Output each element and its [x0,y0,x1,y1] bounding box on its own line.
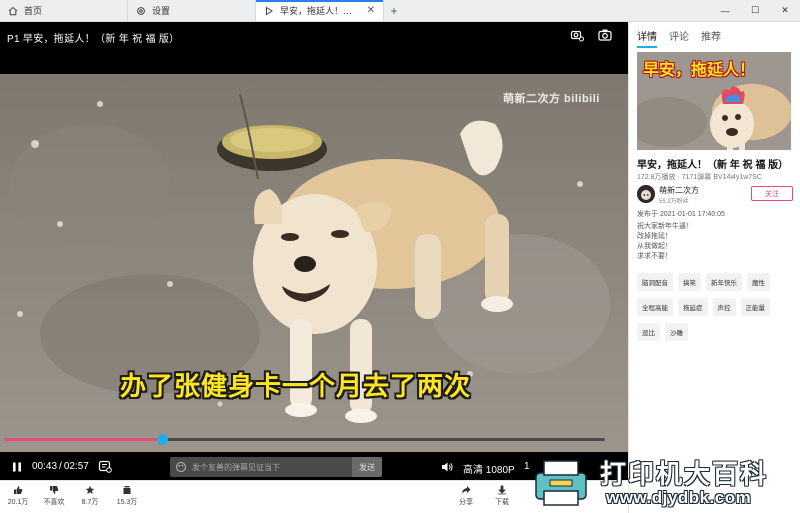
favorite-icon [123,486,131,494]
pause-icon[interactable] [10,460,24,474]
tab-settings[interactable]: 设置 [128,0,256,21]
video-player[interactable]: P1 早安，拖延人！（新 年 祝 福 版） 萌新二次方 bilibili 办了张… [0,22,628,480]
tag-item[interactable]: 新年快乐 [706,273,742,291]
publish-date: 发布于 2021-01-01 17:40:05 [637,211,725,218]
download-button[interactable]: 下载 [482,485,522,507]
video-title: 早安，拖延人！（新 年 祝 福 版） [637,160,789,171]
speed-selector[interactable]: 1 [524,461,530,472]
tag-list: 脑洞配音 搞笑 新年快乐 魔性 全程高能 拖延症 声控 正能量 逗比 沙雕 [637,273,797,341]
progress-bar[interactable] [5,434,605,445]
player-title: P1 早安，拖延人！（新 年 祝 福 版） [7,34,180,45]
duration: 02:57 [63,461,89,472]
screenshot-settings-icon[interactable] [568,26,586,44]
thumbs-down-icon [50,486,59,494]
description-line: 祝大家新年牛逼！ [637,223,693,230]
uploader-name[interactable]: 萌新二次方 [659,185,699,196]
side-tabs: 详情 评论 推荐 [637,28,721,48]
description-line: 从我做起！ [637,243,672,250]
current-time: 00:43 [32,461,58,472]
tab-video[interactable]: 早安，拖延人！（新 年 祝 福 版 ✕ [256,0,384,21]
player-top-icons [568,26,614,44]
tab-details[interactable]: 详情 [637,28,657,48]
share-button[interactable]: 分享 [446,485,486,507]
avatar[interactable] [637,185,655,203]
coin-count: 8.7万 [81,499,99,506]
volume-icon[interactable] [440,460,454,474]
player-controls: 00:43/02:57 发送 高清 1080P 1 [0,454,628,480]
tab-bar: 首页 设置 早安，拖延人！（新 年 祝 福 版 ✕ + — ☐ ✕ [0,0,800,22]
video-description: 祝大家新年牛逼！ 改掉拖延！ 从我做起！ 求求不要！ [637,222,693,262]
palette-icon[interactable] [175,461,187,473]
video-subtitle: 办了张健身卡一个月去了两次 [120,371,472,401]
progress-fill [5,438,163,441]
new-tab-button[interactable]: + [384,0,404,21]
thumbnail-caption: 早安，拖延人！ [643,62,756,79]
tag-item[interactable]: 声控 [712,298,736,316]
action-bar: 20.1万 不喜欢 8.7万 15.3万 分享 下载 [0,480,628,513]
send-button[interactable]: 发送 [352,457,382,477]
minimize-icon[interactable]: — [710,0,740,21]
danmaku-bar: 发送 [170,457,382,477]
tag-item[interactable]: 搞笑 [678,273,701,291]
tab-comments[interactable]: 评论 [669,28,689,48]
dislike-button[interactable]: 不喜欢 [34,485,74,507]
tab-video-label: 早安，拖延人！（新 年 祝 福 版 [280,6,361,16]
close-icon[interactable]: ✕ [367,5,375,16]
video-frame[interactable]: 萌新二次方 bilibili 办了张健身卡一个月去了两次 [0,74,628,452]
window-controls: — ☐ ✕ [710,0,800,21]
play-icon [266,6,273,15]
time-display: 00:43/02:57 [32,461,89,472]
tag-item[interactable]: 逗比 [637,323,660,341]
tag-item[interactable]: 脑洞配音 [637,273,673,291]
favorite-count: 15.3万 [116,499,138,506]
download-label: 下载 [495,499,509,506]
tab-settings-label: 设置 [152,6,171,16]
camera-icon[interactable] [596,26,614,44]
tag-item[interactable]: 正能量 [740,298,770,316]
quality-selector[interactable]: 高清 1080P [463,461,515,476]
description-line: 改掉拖延！ [637,233,672,240]
description-line: 求求不要！ [637,253,672,260]
tab-home[interactable]: 首页 [0,0,128,21]
dislike-label: 不喜欢 [43,499,65,506]
detail-panel: 详情 评论 推荐 早安，拖延人！ 早安，拖延人！（新 年 祝 福 版） 172.… [628,22,800,513]
maximize-icon[interactable]: ☐ [740,0,770,21]
download-icon [498,485,506,495]
danmaku-input[interactable] [187,462,352,472]
coin-icon [85,485,95,494]
uploader-info: 萌新二次方 55.2万粉丝 关注 [637,184,797,206]
close-window-icon[interactable]: ✕ [770,0,800,21]
tab-recommend[interactable]: 推荐 [701,28,721,48]
tag-item[interactable]: 魔性 [747,273,770,291]
danmaku-toggle-icon[interactable] [98,459,112,473]
gear-icon [137,6,145,15]
follow-button[interactable]: 关注 [751,186,793,201]
uploader-fans: 55.2万粉丝 [659,199,689,205]
tag-item[interactable]: 沙雕 [665,323,688,341]
time-separator: / [59,461,62,472]
video-stats: 172.8万播放 · 7171弹幕 BV14i4y1w7SC [637,174,762,181]
favorite-button[interactable]: 15.3万 [107,485,147,507]
coin-button[interactable]: 8.7万 [70,485,110,507]
home-icon [8,6,18,15]
like-button[interactable]: 20.1万 [0,485,38,507]
tag-item[interactable]: 拖延症 [678,298,708,316]
video-thumbnail[interactable]: 早安，拖延人！ [637,52,791,150]
video-watermark: 萌新二次方 bilibili [503,93,600,105]
share-icon [461,486,471,494]
tag-item[interactable]: 全程高能 [637,298,673,316]
tab-home-label: 首页 [24,6,43,16]
like-count: 20.1万 [7,499,29,506]
thumbs-up-icon [14,486,23,494]
share-label: 分享 [459,499,473,506]
